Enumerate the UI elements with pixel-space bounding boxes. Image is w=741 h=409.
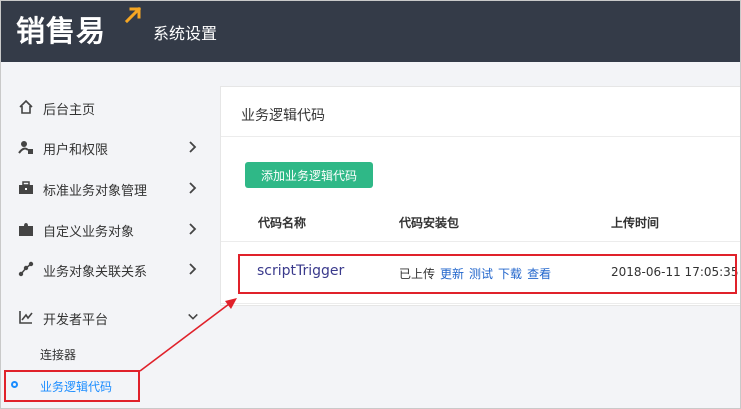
annotation-arrow-icon: [139, 298, 237, 372]
app-window: 销售易 系统设置 后台主页 用户和权限 标准业务对象管理 自定义业务对象 业务对…: [0, 0, 741, 409]
